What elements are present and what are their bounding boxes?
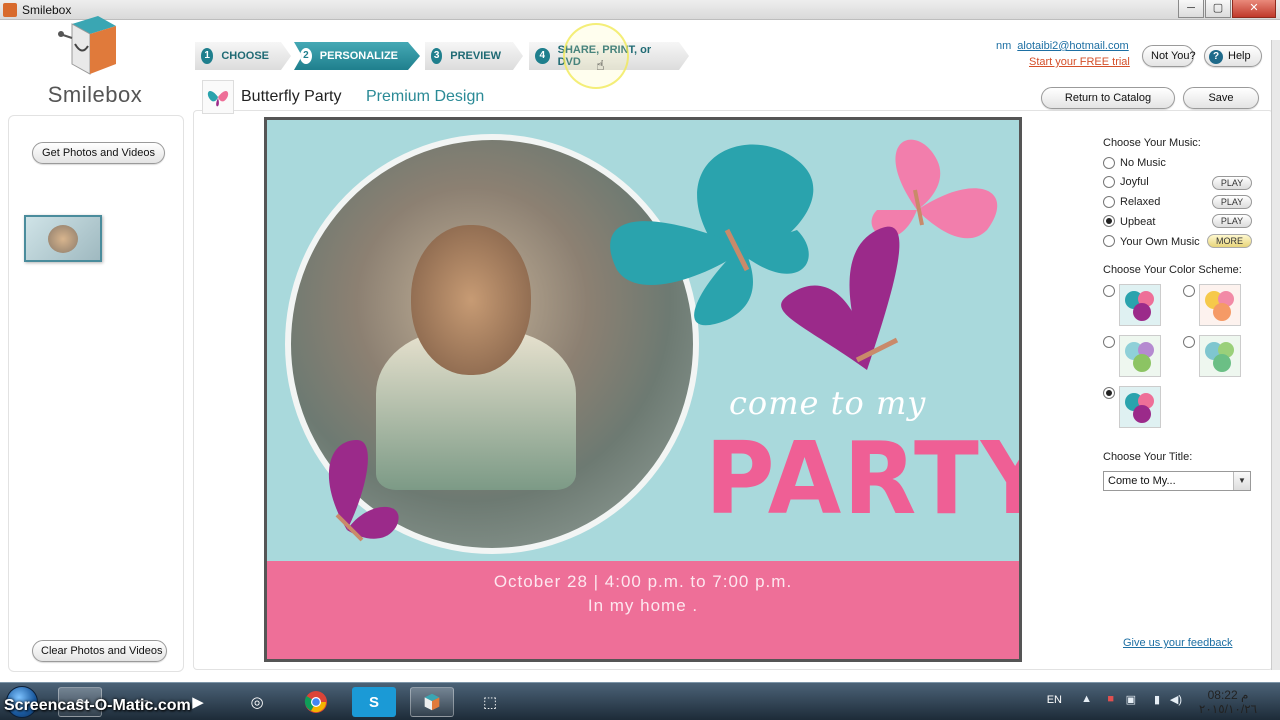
radio-own-music[interactable] [1103,235,1115,247]
feedback-link[interactable]: Give us your feedback [1123,637,1232,649]
title-select[interactable]: Come to My... ▼ [1103,471,1251,491]
color-swatch-5[interactable] [1119,386,1161,428]
teal-butterfly-icon [610,144,814,326]
hand-cursor-icon: ☝ [596,57,605,73]
photo-thumbnail[interactable] [24,215,102,262]
clock-time: 08:22 م [1207,688,1249,702]
scrollbar[interactable] [1271,40,1280,670]
taskbar-smilebox-icon[interactable] [410,687,454,717]
get-photos-button[interactable]: Get Photos and Videos [32,142,165,164]
tray-antivirus-icon[interactable]: ■ [1107,693,1114,705]
step-personalize[interactable]: 2 PERSONALIZE [294,42,420,70]
smilebox-app-icon [3,3,17,17]
step-label: PREVIEW [450,50,501,62]
language-indicator[interactable]: EN [1047,694,1062,706]
invitation-card[interactable]: come to my PARTY October 28 | 4:00 p.m. … [264,117,1022,662]
music-option-label: No Music [1120,157,1166,169]
taskbar-skype-icon[interactable]: S [352,687,396,717]
clear-photos-button[interactable]: Clear Photos and Videos [32,640,167,662]
radio-scheme-3[interactable] [1103,336,1115,348]
step-number: 1 [201,48,213,64]
tray-device-icon[interactable]: ▣ [1126,693,1136,706]
tray-clock[interactable]: 08:22 م ٢٠١٥/١٠/٢٦ [1196,688,1260,716]
music-option-label: Relaxed [1120,196,1161,208]
color-swatch-3[interactable] [1119,335,1161,377]
step-number: 3 [431,48,442,64]
more-music-button[interactable]: MORE [1207,234,1252,248]
pink-butterfly-icon [871,139,998,239]
title-heading: Choose Your Title: [1103,451,1193,463]
music-option-label: Joyful [1120,176,1149,188]
color-swatch-2[interactable] [1199,284,1241,326]
save-button[interactable]: Save [1183,87,1259,109]
music-option-label: Upbeat [1120,216,1156,228]
chevron-down-icon[interactable]: ▼ [1233,472,1250,490]
taskbar-screen-capture-icon[interactable]: ⬚ [468,687,512,717]
title-select-value: Come to My... [1108,475,1176,487]
left-panel [8,115,184,672]
screencast-watermark: Screencast-O-Matic.com [4,697,191,714]
play-upbeat-button[interactable]: PLAY [1212,214,1252,228]
card-location-text[interactable]: In my home . [267,596,1019,616]
card-butterflies [610,139,998,370]
windows-taskbar: e ▭ ▶ ◎ S ⬚ Screencast-O-Matic.com EN ▲ … [0,682,1280,720]
minimize-button[interactable]: ─ [1178,0,1204,18]
help-button[interactable]: ? Help [1204,45,1262,67]
radio-no-music[interactable] [1103,157,1115,169]
step-preview[interactable]: 3 PREVIEW [425,42,523,70]
card-headline[interactable]: PARTY [705,420,1019,537]
smilebox-logo: Smilebox [30,12,160,108]
photo-thumbnail-image [48,225,78,253]
tray-volume-icon[interactable]: ◀) [1170,693,1182,706]
color-swatch-1[interactable] [1119,284,1161,326]
card-date-text[interactable]: October 28 | 4:00 p.m. to 7:00 p.m. [267,572,1019,592]
small-purple-butterfly-icon [328,440,399,542]
color-swatch-4[interactable] [1199,335,1241,377]
project-title: Butterfly Party [241,88,342,105]
help-label: Help [1228,50,1251,62]
window-controls: ─ ▢ ✕ [1177,0,1276,18]
play-joyful-button[interactable]: PLAY [1212,176,1252,190]
smilebox-logo-icon [58,16,116,75]
step-choose[interactable]: 1 CHOOSE [195,42,291,70]
project-design-type: Premium Design [366,88,485,105]
step-number: 4 [535,48,550,64]
color-scheme-heading: Choose Your Color Scheme: [1103,264,1242,276]
taskbar-circle-app-icon[interactable]: ◎ [235,687,279,717]
account-email[interactable]: alotaibi2@hotmail.com [1017,40,1128,52]
radio-scheme-4[interactable] [1183,336,1195,348]
window-titlebar: Smilebox ─ ▢ ✕ [0,0,1280,20]
card-script-text[interactable]: come to my [729,384,926,422]
step-label: CHOOSE [221,50,269,62]
free-trial-link[interactable]: Start your FREE trial [1029,56,1130,68]
close-button[interactable]: ✕ [1232,0,1276,18]
radio-scheme-1[interactable] [1103,285,1115,297]
radio-scheme-2[interactable] [1183,285,1195,297]
radio-joyful[interactable] [1103,176,1115,188]
step-label: PERSONALIZE [319,50,398,62]
account-user[interactable]: nm [996,40,1011,52]
tray-network-icon[interactable]: ▮ [1154,693,1160,706]
taskbar-chrome-icon[interactable] [294,687,338,717]
maximize-button[interactable]: ▢ [1205,0,1231,18]
help-icon: ? [1209,50,1223,64]
butterfly-icon [202,80,234,114]
radio-scheme-5[interactable] [1103,387,1115,399]
music-heading: Choose Your Music: [1103,137,1201,149]
radio-relaxed[interactable] [1103,196,1115,208]
return-to-catalog-button[interactable]: Return to Catalog [1041,87,1175,109]
clock-date: ٢٠١٥/١٠/٢٦ [1198,702,1258,716]
tray-arrow-icon[interactable]: ▲ [1081,693,1092,705]
smilebox-logo-text: Smilebox [47,82,143,107]
music-option-label: Your Own Music [1120,236,1200,248]
account-info: nm alotaibi2@hotmail.com [996,40,1129,52]
cursor-highlight [563,23,629,89]
card-photo-face [411,225,531,375]
play-relaxed-button[interactable]: PLAY [1212,195,1252,209]
radio-upbeat[interactable] [1103,215,1115,227]
not-you-button[interactable]: Not You? [1142,45,1196,67]
